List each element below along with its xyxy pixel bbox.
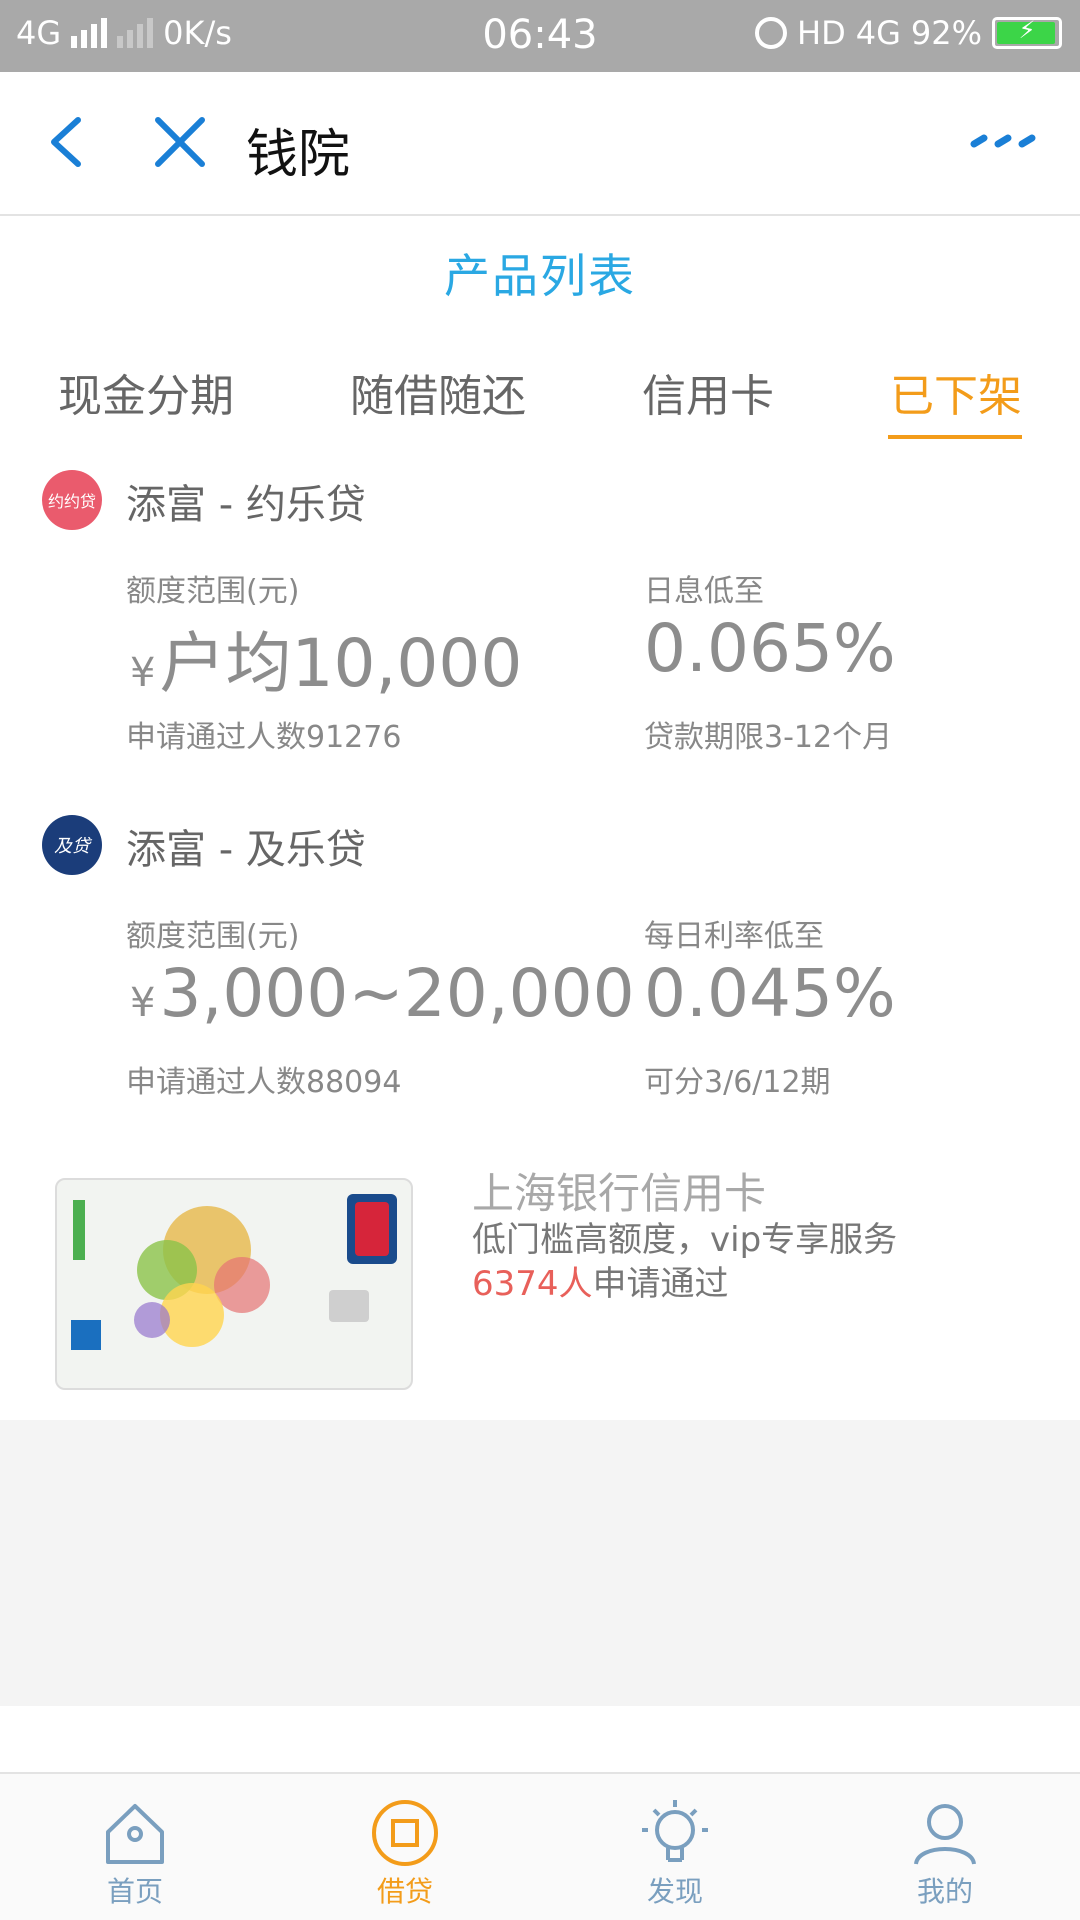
battery-percent: 92% — [910, 14, 982, 52]
loan-logo: 及贷 — [42, 815, 102, 875]
loan-icon — [370, 1798, 440, 1868]
category-tabs: 现金分期 随借随还 信用卡 已下架 — [0, 360, 1080, 450]
approved-count: 申请通过人数91276 — [126, 720, 402, 755]
amount-value: ¥3,000~20,000 — [130, 955, 635, 1032]
amount-text: 3,000~20,000 — [159, 955, 635, 1032]
bottom-tab-label: 我的 — [916, 1875, 973, 1908]
credit-card-description: 低门槛高额度，vip专享服务 — [472, 1220, 898, 1260]
bottom-tab-discover[interactable]: 发现 — [575, 1774, 775, 1920]
active-tab-indicator — [888, 435, 1022, 439]
tab-borrow-anytime[interactable]: 随借随还 — [350, 360, 526, 424]
nav-bar: 钱院 — [0, 72, 1080, 216]
loan-logo-text: 约约贷 — [47, 492, 96, 511]
bottom-tab-loan[interactable]: 借贷 — [305, 1774, 505, 1920]
currency-symbol: ¥ — [130, 650, 156, 696]
status-right: HD 4G 92% ⚡ — [755, 14, 1062, 52]
loan-name: 添富 - 约乐贷 — [126, 482, 366, 528]
user-icon — [910, 1798, 980, 1868]
rate-value: 0.065% — [644, 610, 896, 687]
hd-label: HD — [797, 14, 846, 52]
credit-card-image[interactable] — [55, 1178, 413, 1390]
approved-suffix: 申请通过 — [592, 1264, 729, 1304]
close-icon[interactable] — [150, 112, 210, 172]
loan-item[interactable]: 约约贷 添富 - 约乐贷 额度范围(元) ¥户均10,000 申请通过人数912… — [0, 470, 1080, 760]
rate-label: 每日利率低至 — [644, 919, 824, 954]
amount-value: ¥户均10,000 — [130, 610, 522, 706]
tab-cash-installment[interactable]: 现金分期 — [58, 360, 234, 424]
bottom-tab-label: 发现 — [646, 1875, 703, 1908]
bottom-tab-bar: 首页 借贷 发现 我的 — [0, 1772, 1080, 1920]
amount-label: 额度范围(元) — [126, 574, 300, 609]
approved-count: 申请通过人数88094 — [126, 1065, 402, 1100]
more-icon[interactable] — [970, 132, 1040, 152]
approved-highlight: 6374人 — [472, 1264, 593, 1304]
currency-symbol: ¥ — [130, 980, 156, 1026]
installment-options: 可分3/6/12期 — [644, 1065, 831, 1100]
lightbulb-icon — [640, 1798, 710, 1868]
loan-logo: 约约贷 — [42, 470, 102, 530]
battery-icon: ⚡ — [992, 16, 1062, 49]
amount-text: 户均10,000 — [159, 625, 523, 702]
bottom-tab-label: 借贷 — [376, 1875, 433, 1908]
bottom-tab-label: 首页 — [106, 1875, 163, 1908]
rate-value: 0.045% — [644, 955, 896, 1032]
credit-card-approved: 6374人申请通过 — [472, 1256, 729, 1305]
page-title: 钱院 — [246, 125, 351, 185]
section-title: 产品列表 — [444, 249, 636, 303]
amount-label: 额度范围(元) — [126, 919, 300, 954]
bottom-tab-home[interactable]: 首页 — [35, 1774, 235, 1920]
loan-item[interactable]: 及贷 添富 - 及乐贷 额度范围(元) ¥3,000~20,000 申请通过人数… — [0, 815, 1080, 1105]
home-icon — [100, 1798, 170, 1868]
tab-delisted[interactable]: 已下架 — [890, 360, 1022, 424]
loan-term: 贷款期限3-12个月 — [644, 720, 893, 755]
rate-label: 日息低至 — [644, 574, 764, 609]
alarm-icon — [755, 17, 788, 49]
bottom-tab-me[interactable]: 我的 — [845, 1774, 1045, 1920]
loan-name: 添富 - 及乐贷 — [126, 827, 366, 873]
loan-logo-text: 及贷 — [54, 836, 90, 857]
tab-credit-card[interactable]: 信用卡 — [642, 360, 774, 424]
back-icon[interactable] — [40, 112, 100, 172]
status-bar: 4G 0K/s 06:43 HD 4G 92% ⚡ — [0, 0, 1080, 72]
network2-label: 4G — [855, 14, 901, 52]
empty-area — [0, 1420, 1080, 1706]
